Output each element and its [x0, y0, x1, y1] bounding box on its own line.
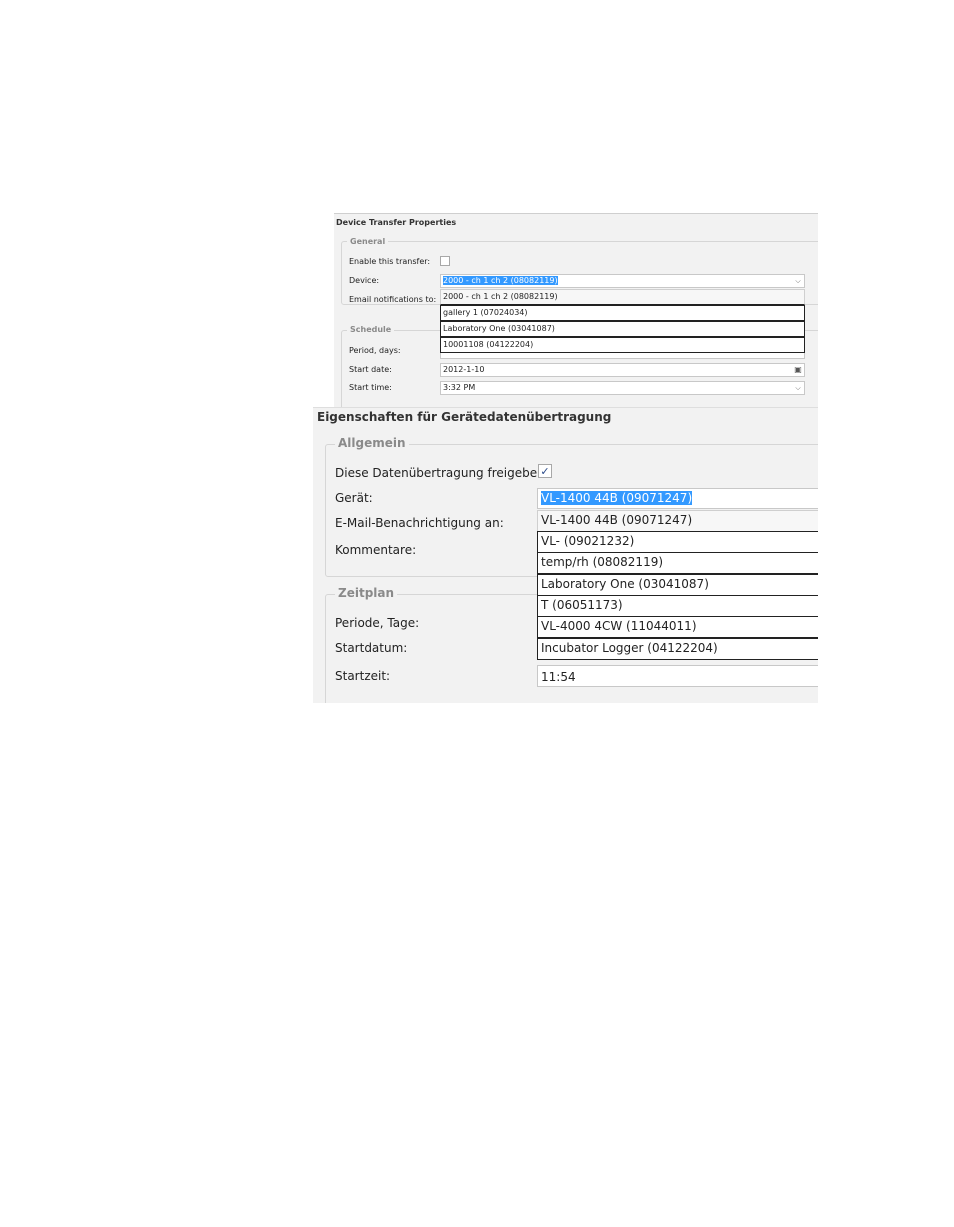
device-option[interactable]: VL-1400 44B (09071247)	[537, 510, 818, 532]
device-select[interactable]: 2000 - ch 1 ch 2 (08082119) ⌵	[440, 274, 805, 288]
device-option[interactable]: Incubator Logger (04122204)	[537, 638, 818, 660]
device-option[interactable]: Laboratory One (03041087)	[537, 574, 818, 596]
panel-top-border	[313, 407, 818, 408]
email-notifications-label: Email notifications to:	[349, 295, 437, 304]
chevron-down-icon[interactable]: ⌵	[792, 275, 804, 287]
device-option[interactable]: 2000 - ch 1 ch 2 (08082119)	[440, 289, 805, 305]
start-time-value: 11:54	[541, 670, 576, 684]
device-option[interactable]: Laboratory One (03041087)	[440, 321, 805, 337]
calendar-icon[interactable]: ▣	[792, 364, 804, 376]
allgemein-legend: Allgemein	[335, 436, 409, 450]
schedule-legend: Schedule	[347, 325, 395, 334]
email-notification-label: E-Mail-Benachrichtigung an:	[335, 516, 504, 530]
chevron-down-icon[interactable]: ⌵	[792, 382, 804, 394]
start-time-input[interactable]: 11:54	[537, 665, 818, 687]
start-date-value: 2012-1-10	[443, 365, 485, 374]
start-time-select[interactable]: 3:32 PM ⌵	[440, 381, 805, 395]
start-time-label: Start time:	[349, 383, 392, 392]
panel-title: Device Transfer Properties	[336, 218, 457, 227]
panel-top-border	[334, 213, 818, 214]
device-option[interactable]: temp/rh (08082119)	[537, 552, 818, 574]
comments-label: Kommentare:	[335, 543, 417, 557]
period-days-label: Periode, Tage:	[335, 616, 420, 630]
device-label: Gerät:	[335, 491, 373, 505]
enable-transfer-label: Enable this transfer:	[349, 257, 431, 266]
enable-transfer-label: Diese Datenübertragung freigeben:	[335, 466, 549, 480]
device-option[interactable]: VL-4000 4CW (11044011)	[537, 616, 818, 638]
start-time-label: Startzeit:	[335, 669, 391, 683]
enable-transfer-checkbox[interactable]	[440, 256, 450, 266]
checkmark-icon: ✓	[540, 464, 550, 478]
device-option[interactable]: T (06051173)	[537, 595, 818, 617]
device-label: Device:	[349, 276, 380, 285]
device-dropdown-list: 2000 - ch 1 ch 2 (08082119) gallery 1 (0…	[440, 289, 805, 353]
enable-transfer-checkbox[interactable]: ✓	[538, 464, 552, 478]
start-time-value: 3:32 PM	[443, 383, 476, 392]
panel-title: Eigenschaften für Gerätedatenübertragung	[317, 410, 612, 424]
device-dropdown-list: VL-1400 44B (09071247) VL- (09021232) te…	[537, 510, 818, 660]
start-date-label: Start date:	[349, 365, 392, 374]
period-days-label: Period, days:	[349, 346, 401, 355]
device-selected-value: VL-1400 44B (09071247)	[541, 491, 693, 505]
device-select[interactable]: VL-1400 44B (09071247)	[537, 488, 818, 509]
device-selected-value: 2000 - ch 1 ch 2 (08082119)	[443, 276, 558, 285]
device-option[interactable]: VL- (09021232)	[537, 531, 818, 553]
general-legend: General	[347, 237, 389, 246]
zeitplan-legend: Zeitplan	[335, 586, 398, 600]
start-date-label: Startdatum:	[335, 641, 408, 655]
geraetedatenuebertragung-panel: Eigenschaften für Gerätedatenübertragung…	[313, 407, 818, 703]
device-option[interactable]: 10001108 (04122204)	[440, 337, 805, 353]
device-transfer-properties-panel: Device Transfer Properties General Enabl…	[334, 213, 818, 407]
start-date-input[interactable]: 2012-1-10 ▣	[440, 363, 805, 377]
device-option[interactable]: gallery 1 (07024034)	[440, 305, 805, 321]
